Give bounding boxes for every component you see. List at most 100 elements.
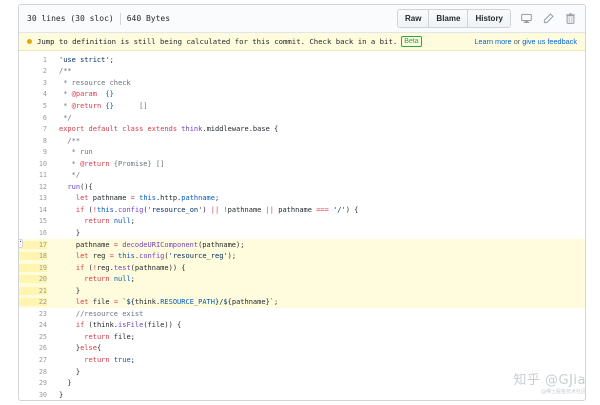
- line-number[interactable]: 7: [19, 125, 47, 133]
- code-token: pathname: [59, 240, 114, 249]
- line-number[interactable]: 12: [19, 183, 47, 191]
- line-number[interactable]: 22: [19, 298, 47, 307]
- line-number[interactable]: 5: [19, 102, 47, 110]
- line-count: 30 lines (30 sloc): [27, 14, 114, 23]
- code-token: ;: [109, 55, 114, 64]
- code-view: 1'use strict'; 2/** 3 * resource check 4 * …: [19, 51, 585, 400]
- code-line: 29 }: [19, 377, 585, 389]
- code-line: 4 * @param {}: [19, 89, 585, 101]
- code-token: (file)) {: [143, 321, 182, 330]
- line-number[interactable]: 16: [19, 229, 47, 237]
- line-number[interactable]: 15: [19, 217, 47, 225]
- desktop-icon[interactable]: [519, 12, 533, 26]
- line-code: pathname = decodeURIComponent(pathname);: [47, 240, 245, 249]
- code-line: 20 return null;: [19, 273, 585, 285]
- pencil-icon[interactable]: [541, 12, 555, 26]
- line-number[interactable]: 24: [19, 321, 47, 329]
- code-token: null: [113, 217, 131, 226]
- code-line: 27 return true;: [19, 354, 585, 366]
- code-token: extends: [147, 125, 178, 134]
- code-token: decodeURIComponent: [122, 240, 199, 249]
- code-line: 30}: [19, 389, 585, 400]
- code-token: ) {: [345, 205, 359, 214]
- code-line: 22 let file = `${think.RESOURCE_PATH}/${…: [19, 296, 585, 309]
- line-number[interactable]: 6: [19, 114, 47, 122]
- line-code: * run: [47, 148, 93, 156]
- code-token: );: [227, 252, 237, 261]
- learn-more-link[interactable]: Learn more: [474, 37, 511, 46]
- code-token: @return: [80, 159, 110, 168]
- line-code: //resource exist: [47, 310, 143, 318]
- code-line: 25 return file;: [19, 331, 585, 343]
- line-options-button[interactable]: ···: [19, 238, 23, 248]
- line-number[interactable]: 1: [19, 56, 47, 64]
- code-token: pathname: [88, 194, 131, 203]
- line-number[interactable]: 17: [19, 240, 47, 249]
- line-number[interactable]: 11: [19, 171, 47, 179]
- line-number[interactable]: 29: [19, 379, 47, 387]
- code-token: @return: [71, 101, 102, 110]
- line-number[interactable]: 14: [19, 206, 47, 214]
- trash-icon[interactable]: [563, 12, 577, 26]
- raw-button[interactable]: Raw: [397, 10, 430, 27]
- code-line: 14 if (!this.config('resource_on') || !p…: [19, 204, 585, 216]
- line-number[interactable]: 10: [19, 160, 47, 168]
- line-number[interactable]: 20: [19, 275, 47, 284]
- code-token: `${: [122, 298, 135, 307]
- line-number[interactable]: 9: [19, 148, 47, 156]
- code-token: think.: [134, 298, 161, 307]
- blame-button[interactable]: Blame: [429, 10, 469, 27]
- line-code: */: [47, 114, 71, 122]
- code-token: ;: [214, 194, 220, 203]
- line-code: let pathname = this.http.pathname;: [47, 194, 219, 202]
- code-token: ): [202, 205, 211, 214]
- line-code: return file;: [47, 333, 135, 341]
- code-token: (pathname);: [198, 240, 245, 249]
- line-number[interactable]: 30: [19, 391, 47, 399]
- code-token: test: [113, 263, 131, 272]
- line-number[interactable]: 28: [19, 368, 47, 376]
- line-number[interactable]: 13: [19, 194, 47, 202]
- file-info: 30 lines (30 sloc) 640 Bytes: [27, 12, 170, 25]
- line-code: }: [47, 391, 63, 399]
- line-number[interactable]: 3: [19, 79, 47, 87]
- status-dot-icon: [27, 39, 32, 44]
- line-code: }else{: [47, 344, 101, 352]
- code-token: }/${: [215, 298, 232, 307]
- code-token: {}: [105, 101, 114, 110]
- code-token: ||: [265, 205, 275, 214]
- code-token: *: [59, 101, 72, 110]
- code-line: 5 * @return {} []: [19, 100, 585, 112]
- code-token: (: [84, 263, 93, 272]
- feedback-link[interactable]: give us feedback: [522, 37, 577, 46]
- code-token: pathname: [231, 298, 266, 307]
- line-number[interactable]: 25: [19, 333, 47, 341]
- line-number[interactable]: 21: [19, 286, 47, 295]
- code-token: ;: [130, 217, 135, 226]
- line-code: }: [47, 379, 71, 387]
- code-token: 'resource_on': [147, 205, 203, 214]
- code-token: reg.: [96, 263, 114, 272]
- history-button[interactable]: History: [468, 10, 510, 27]
- code-token: pathname: [274, 205, 317, 214]
- code-line: 16 }: [19, 227, 585, 239]
- code-token: * resource check: [59, 78, 131, 87]
- line-number[interactable]: 2: [19, 67, 47, 75]
- line-number[interactable]: 26: [19, 344, 47, 352]
- code-token: /**: [59, 67, 72, 76]
- code-token: export: [59, 125, 85, 134]
- code-line: 23 //resource exist: [19, 308, 585, 320]
- line-number[interactable]: 18: [19, 252, 47, 261]
- line-number[interactable]: 27: [19, 356, 47, 364]
- line-number[interactable]: 19: [19, 263, 47, 272]
- code-line: 7 export default class extends think.midd…: [19, 123, 585, 135]
- code-token: }: [59, 367, 81, 376]
- line-number[interactable]: 4: [19, 90, 47, 98]
- code-token: }: [59, 390, 64, 399]
- code-token: 'resource_reg': [168, 252, 228, 261]
- line-number[interactable]: 8: [19, 137, 47, 145]
- code-token: ;: [130, 355, 135, 364]
- line-number[interactable]: 23: [19, 310, 47, 318]
- code-token: let: [75, 298, 89, 307]
